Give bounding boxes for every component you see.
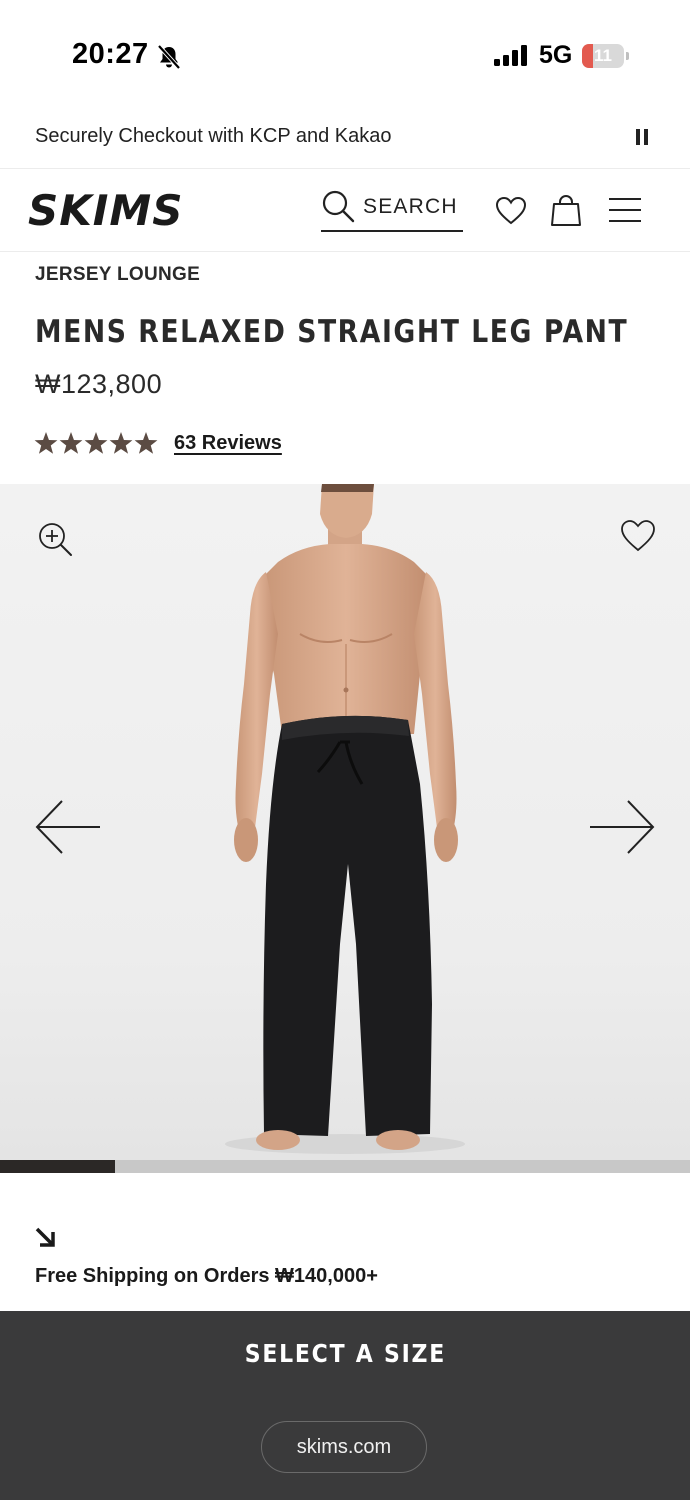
gallery-progress-bar [0, 1160, 690, 1173]
search-label: SEARCH [363, 195, 458, 218]
battery-tip [626, 52, 629, 60]
battery-indicator: 11 [582, 44, 624, 68]
site-header: SKIMS SEARCH [0, 169, 690, 252]
arrow-down-right-icon [35, 1227, 55, 1247]
pause-icon-bar-right [644, 129, 648, 145]
arrow-left-icon[interactable] [34, 798, 102, 856]
star-icon [59, 432, 83, 454]
reviews-link[interactable]: 63 Reviews [174, 432, 282, 455]
shopping-bag-icon[interactable] [550, 193, 582, 227]
battery-level: 11 [594, 46, 612, 65]
bell-slash-icon [157, 44, 181, 70]
logo-wordmark: SKIMS [28, 189, 183, 231]
arrow-right-icon[interactable] [588, 798, 656, 856]
star-icon [84, 432, 108, 454]
skims-logo[interactable]: SKIMS [28, 189, 196, 231]
zoom-in-icon[interactable] [38, 522, 74, 558]
rating-stars[interactable] [34, 431, 162, 457]
status-time: 20:27 [72, 38, 149, 70]
free-shipping-text: Free Shipping on Orders ₩140,000+ [35, 1265, 378, 1287]
star-icon [109, 432, 133, 454]
collection-label[interactable]: JERSEY LOUNGE [35, 264, 200, 286]
pause-icon-bar-left [636, 129, 640, 145]
star-icon [134, 432, 158, 454]
browser-url-pill[interactable]: skims.com [261, 1421, 427, 1473]
product-price: ₩123,800 [35, 369, 163, 399]
cellular-signal-icon [494, 45, 527, 66]
pause-button[interactable] [630, 126, 654, 150]
wishlist-heart-icon[interactable] [495, 196, 527, 226]
star-icon [34, 432, 58, 454]
product-title: MENS RELAXED STRAIGHT LEG PANT [35, 314, 629, 350]
network-type: 5G [539, 41, 573, 69]
product-photo [225, 484, 465, 1154]
select-size-button[interactable]: SELECT A SIZE [0, 1339, 690, 1368]
search-icon [322, 190, 355, 223]
select-size-label: SELECT A SIZE [244, 1339, 446, 1368]
add-to-wishlist-heart-icon[interactable] [620, 519, 656, 553]
hamburger-menu-icon[interactable] [607, 196, 643, 224]
search-box[interactable]: SEARCH [321, 187, 463, 232]
select-size-panel: SELECT A SIZE skims.com [0, 1311, 690, 1500]
gallery-progress-fill [0, 1160, 116, 1173]
promo-banner: Securely Checkout with KCP and Kakao [0, 110, 690, 169]
promo-text: Securely Checkout with KCP and Kakao [35, 125, 392, 147]
product-image-gallery[interactable] [0, 484, 690, 1160]
status-bar: 20:27 5G 11 [0, 0, 690, 110]
